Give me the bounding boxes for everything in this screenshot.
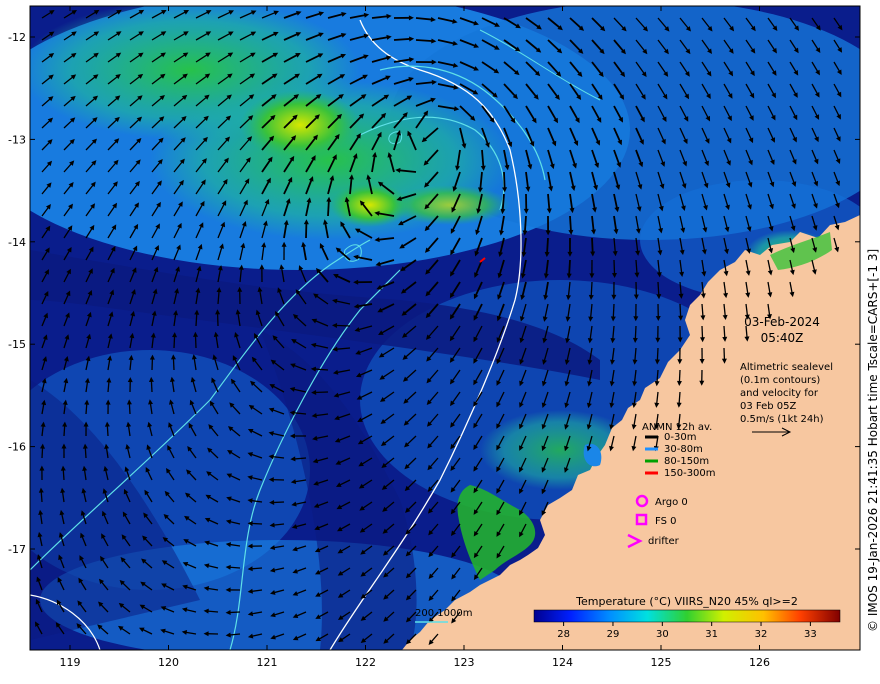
colorbar-gradient xyxy=(534,610,840,622)
anmn-item-label: 30-80m xyxy=(664,444,703,455)
velocity-arrow xyxy=(680,304,681,318)
map-area xyxy=(0,0,880,660)
velocity-arrow xyxy=(657,348,658,362)
y-tick-label: -17 xyxy=(8,543,26,556)
map-time: 05:40Z xyxy=(761,331,804,345)
anmn-item-label: 150-300m xyxy=(664,468,716,479)
velocity-arrow xyxy=(394,39,411,40)
velocity-arrow xyxy=(569,260,570,276)
x-tick-label: 124 xyxy=(552,656,573,669)
velocity-arrow xyxy=(416,40,433,41)
velocity-arrow xyxy=(328,200,329,216)
y-tick-label: -16 xyxy=(8,441,26,454)
y-tick-label: -15 xyxy=(8,338,26,351)
x-tick-label: 120 xyxy=(158,656,179,669)
colorbar-title: Temperature (°C) VIIRS_N20 45% ql>=2 xyxy=(575,595,798,608)
x-tick-label: 123 xyxy=(454,656,475,669)
velocity-arrow xyxy=(504,172,505,189)
velocity-arrow xyxy=(614,260,615,275)
map-svg: 119 120 121 122 123 124 125 126 -12 -13 -14 -15 -16… xyxy=(0,0,880,680)
colorbar-tick-label: 30 xyxy=(656,629,669,640)
altimetry-line: 03 Feb 05Z xyxy=(740,401,797,412)
altimetry-line: (0.1m contours) xyxy=(740,375,820,386)
velocity-arrow xyxy=(525,216,526,233)
x-tick-label: 119 xyxy=(60,656,81,669)
velocity-arrow xyxy=(570,216,571,232)
velocity-arrow xyxy=(335,325,350,326)
altimetry-line: and velocity for xyxy=(740,388,819,399)
velocity-arrow xyxy=(592,238,593,254)
drifter-label: drifter xyxy=(648,536,680,547)
colorbar-tick-label: 31 xyxy=(705,629,718,640)
y-tick-label: -14 xyxy=(8,236,26,249)
velocity-arrow xyxy=(547,238,548,254)
y-tick-label: -13 xyxy=(8,133,26,146)
fs-label: FS 0 xyxy=(655,516,676,527)
x-tick-label: 122 xyxy=(355,656,376,669)
altimetry-line: 0.5m/s (1kt 24h) xyxy=(740,414,824,425)
argo-label: Argo 0 xyxy=(655,497,688,508)
colorbar-tick-label: 33 xyxy=(804,629,817,640)
anmn-item-label: 0-30m xyxy=(664,432,696,443)
velocity-arrow xyxy=(613,304,614,319)
velocity-arrow xyxy=(658,282,659,296)
velocity-arrow xyxy=(314,392,328,393)
colorbar-tick-label: 29 xyxy=(607,629,620,640)
velocity-arrow xyxy=(196,313,197,326)
x-tick-label: 126 xyxy=(749,656,770,669)
x-tick-label: 125 xyxy=(651,656,672,669)
colorbar-tick-label: 32 xyxy=(755,629,768,640)
velocity-arrow xyxy=(591,282,592,297)
x-tick-label: 121 xyxy=(257,656,278,669)
bathy-label: 200 1000m xyxy=(415,608,472,619)
y-tick-label: -12 xyxy=(8,31,26,44)
anmn-item-label: 80-150m xyxy=(664,456,709,467)
altimetry-line: Altimetric sealevel xyxy=(740,362,833,373)
map-date: 03-Feb-2024 xyxy=(744,315,820,329)
velocity-arrow xyxy=(635,326,636,340)
copyright-text: © IMOS 19-Jan-2026 21:41:35 Hobart time … xyxy=(866,249,880,632)
colorbar-tick-label: 28 xyxy=(557,629,570,640)
map-figure: 119 120 121 122 123 124 125 126 -12 -13 -14 -15 -16… xyxy=(0,0,880,680)
